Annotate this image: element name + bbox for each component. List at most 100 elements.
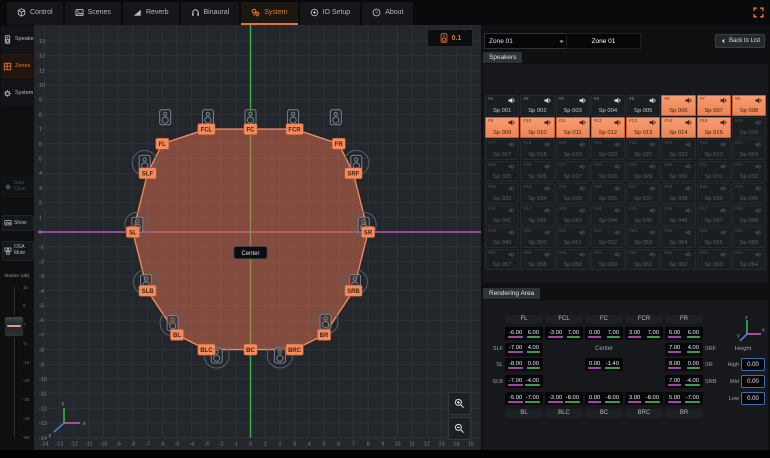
coord-box-center[interactable]: 0.00-1.40 <box>585 358 623 371</box>
sidebar-item-system[interactable]: System <box>1 80 33 106</box>
speaker-cell-sp-012[interactable]: #12Sp 012 <box>591 117 625 138</box>
coord-box-blc[interactable]: -3.00-8.00 <box>545 392 583 405</box>
speaker-cell-sp-007[interactable]: #7Sp 007 <box>697 95 731 116</box>
speaker-cell-sp-019[interactable]: #19Sp 019 <box>556 139 590 160</box>
speaker-cell-sp-042[interactable]: #42Sp 042 <box>520 205 554 226</box>
tab-control[interactable]: Control <box>7 2 63 25</box>
coord-box-br[interactable]: 5.00-7.00 <box>665 392 703 405</box>
speaker-cell-sp-038[interactable]: #38Sp 038 <box>661 183 695 204</box>
speaker-cell-sp-029[interactable]: #29Sp 029 <box>626 161 660 182</box>
speaker-cell-sp-043[interactable]: #43Sp 043 <box>556 205 590 226</box>
speaker-cell-sp-017[interactable]: #17Sp 017 <box>485 139 519 160</box>
speaker-cell-sp-053[interactable]: #53Sp 053 <box>626 227 660 248</box>
speaker-cell-sp-014[interactable]: #14Sp 014 <box>661 117 695 138</box>
speaker-cell-sp-047[interactable]: #47Sp 047 <box>697 205 731 226</box>
speaker-cell-sp-055[interactable]: #55Sp 055 <box>697 227 731 248</box>
speaker-cell-sp-033[interactable]: #33Sp 033 <box>485 183 519 204</box>
sidebar-item-speakers[interactable]: Speakers <box>1 26 33 52</box>
coord-box-sr[interactable]: 8.000.00 <box>665 358 703 371</box>
speaker-cell-sp-041[interactable]: #41Sp 041 <box>485 205 519 226</box>
speaker-cell-sp-011[interactable]: #11Sp 011 <box>556 117 590 138</box>
speaker-cell-sp-022[interactable]: #22Sp 022 <box>661 139 695 160</box>
coord-box-fcr[interactable]: 3.007.00 <box>625 327 663 340</box>
speaker-cell-sp-023[interactable]: #23Sp 023 <box>697 139 731 160</box>
tab-scenes[interactable]: Scenes <box>65 2 121 25</box>
speaker-cell-sp-060[interactable]: #60Sp 060 <box>591 249 625 270</box>
tab-io-setup[interactable]: IO Setup <box>300 2 361 25</box>
tab-binaural[interactable]: Binaural <box>181 2 240 25</box>
coord-box-brc[interactable]: 3.00-8.00 <box>625 392 663 405</box>
speaker-cell-sp-045[interactable]: #45Sp 045 <box>626 205 660 226</box>
height-value-low[interactable]: 0.00 <box>741 392 765 405</box>
coord-box-srf[interactable]: 7.004.00 <box>665 343 703 356</box>
speaker-cell-sp-010[interactable]: #10Sp 010 <box>520 117 554 138</box>
master-fader-handle[interactable] <box>4 316 24 337</box>
speaker-cell-sp-057[interactable]: #57Sp 057 <box>485 249 519 270</box>
speaker-cell-sp-046[interactable]: #46Sp 046 <box>661 205 695 226</box>
speaker-cell-sp-016[interactable]: #16Sp 016 <box>732 117 766 138</box>
tab-reverb[interactable]: Reverb <box>123 2 179 25</box>
speaker-cell-sp-051[interactable]: #51Sp 051 <box>556 227 590 248</box>
height-value-mid[interactable]: 0.00 <box>741 375 765 388</box>
speaker-cell-sp-028[interactable]: #28Sp 028 <box>591 161 625 182</box>
speaker-cell-sp-004[interactable]: #4Sp 004 <box>591 95 625 116</box>
speaker-cell-sp-015[interactable]: #15Sp 015 <box>697 117 731 138</box>
speaker-cell-sp-025[interactable]: #25Sp 025 <box>485 161 519 182</box>
coord-box-bc[interactable]: 0.00-8.00 <box>585 392 623 405</box>
master-fader-track[interactable] <box>14 287 17 437</box>
speaker-cell-sp-063[interactable]: #63Sp 063 <box>697 249 731 270</box>
speaker-cell-sp-050[interactable]: #50Sp 050 <box>520 227 554 248</box>
speaker-cell-sp-013[interactable]: #13Sp 013 <box>626 117 660 138</box>
sidebar-item-zones[interactable]: Zones <box>1 53 33 79</box>
speaker-cell-sp-002[interactable]: #2Sp 002 <box>520 95 554 116</box>
speaker-cell-sp-048[interactable]: #48Sp 048 <box>732 205 766 226</box>
expand-icon[interactable] <box>753 7 764 18</box>
rendering-area-tab[interactable]: Rendering Area <box>483 288 540 299</box>
speaker-cell-sp-039[interactable]: #39Sp 039 <box>697 183 731 204</box>
speaker-cell-sp-021[interactable]: #21Sp 021 <box>626 139 660 160</box>
speaker-cell-sp-030[interactable]: #30Sp 030 <box>661 161 695 182</box>
speaker-cell-sp-059[interactable]: #59Sp 059 <box>556 249 590 270</box>
coord-box-bl[interactable]: -5.00-7.00 <box>505 392 543 405</box>
speaker-cell-sp-006[interactable]: #6Sp 006 <box>661 95 695 116</box>
zoom-out-button[interactable] <box>448 417 471 440</box>
speaker-cell-sp-008[interactable]: #8Sp 008 <box>732 95 766 116</box>
speaker-cell-sp-034[interactable]: #34Sp 034 <box>520 183 554 204</box>
solo-clear-button[interactable]: SoloClear <box>2 177 34 197</box>
coord-box-slf[interactable]: -7.004.00 <box>505 343 543 356</box>
speaker-cell-sp-035[interactable]: #35Sp 035 <box>556 183 590 204</box>
speaker-cell-sp-032[interactable]: #32Sp 032 <box>732 161 766 182</box>
zoom-in-button[interactable] <box>448 392 471 415</box>
speaker-cell-sp-031[interactable]: #31Sp 031 <box>697 161 731 182</box>
speaker-cell-sp-020[interactable]: #20Sp 020 <box>591 139 625 160</box>
speaker-cell-sp-058[interactable]: #58Sp 058 <box>520 249 554 270</box>
coord-box-slb[interactable]: -7.00-4.00 <box>505 375 543 388</box>
tab-about[interactable]: ?About <box>362 2 413 25</box>
coord-box-fr[interactable]: 6.006.00 <box>665 327 703 340</box>
back-to-list-button[interactable]: Back to List <box>715 34 765 48</box>
speaker-cell-sp-024[interactable]: #24Sp 024 <box>732 139 766 160</box>
osa-mute-button[interactable]: OSAMute <box>2 241 34 261</box>
speaker-cell-sp-061[interactable]: #61Sp 061 <box>626 249 660 270</box>
speaker-cell-sp-052[interactable]: #52Sp 052 <box>591 227 625 248</box>
zone-name-field[interactable]: Zone 01 <box>566 33 641 49</box>
speaker-cell-sp-049[interactable]: #49Sp 049 <box>485 227 519 248</box>
coord-box-fc[interactable]: 0.007.00 <box>585 327 623 340</box>
coord-box-fcl[interactable]: -3.007.00 <box>545 327 583 340</box>
height-value-high[interactable]: 0.00 <box>741 358 765 371</box>
speaker-cell-sp-044[interactable]: #44Sp 044 <box>591 205 625 226</box>
speaker-cell-sp-040[interactable]: #40Sp 040 <box>732 183 766 204</box>
speakers-section-tab[interactable]: Speakers <box>483 52 522 63</box>
speaker-cell-sp-001[interactable]: #1Sp 001 <box>485 95 519 116</box>
speaker-cell-sp-005[interactable]: #5Sp 005 <box>626 95 660 116</box>
speaker-cell-sp-037[interactable]: #37Sp 037 <box>626 183 660 204</box>
show-button[interactable]: Show <box>2 215 34 231</box>
speaker-cell-sp-027[interactable]: #27Sp 027 <box>556 161 590 182</box>
coord-box-sl[interactable]: -8.000.00 <box>505 358 543 371</box>
coord-box-srb[interactable]: 7.00-4.00 <box>665 375 703 388</box>
speaker-cell-sp-056[interactable]: #56Sp 056 <box>732 227 766 248</box>
tab-system[interactable]: System <box>241 2 297 25</box>
zone-select-dropdown[interactable]: Zone 01 <box>484 33 570 49</box>
speaker-cell-sp-018[interactable]: #18Sp 018 <box>520 139 554 160</box>
coord-box-fl[interactable]: -6.006.00 <box>505 327 543 340</box>
